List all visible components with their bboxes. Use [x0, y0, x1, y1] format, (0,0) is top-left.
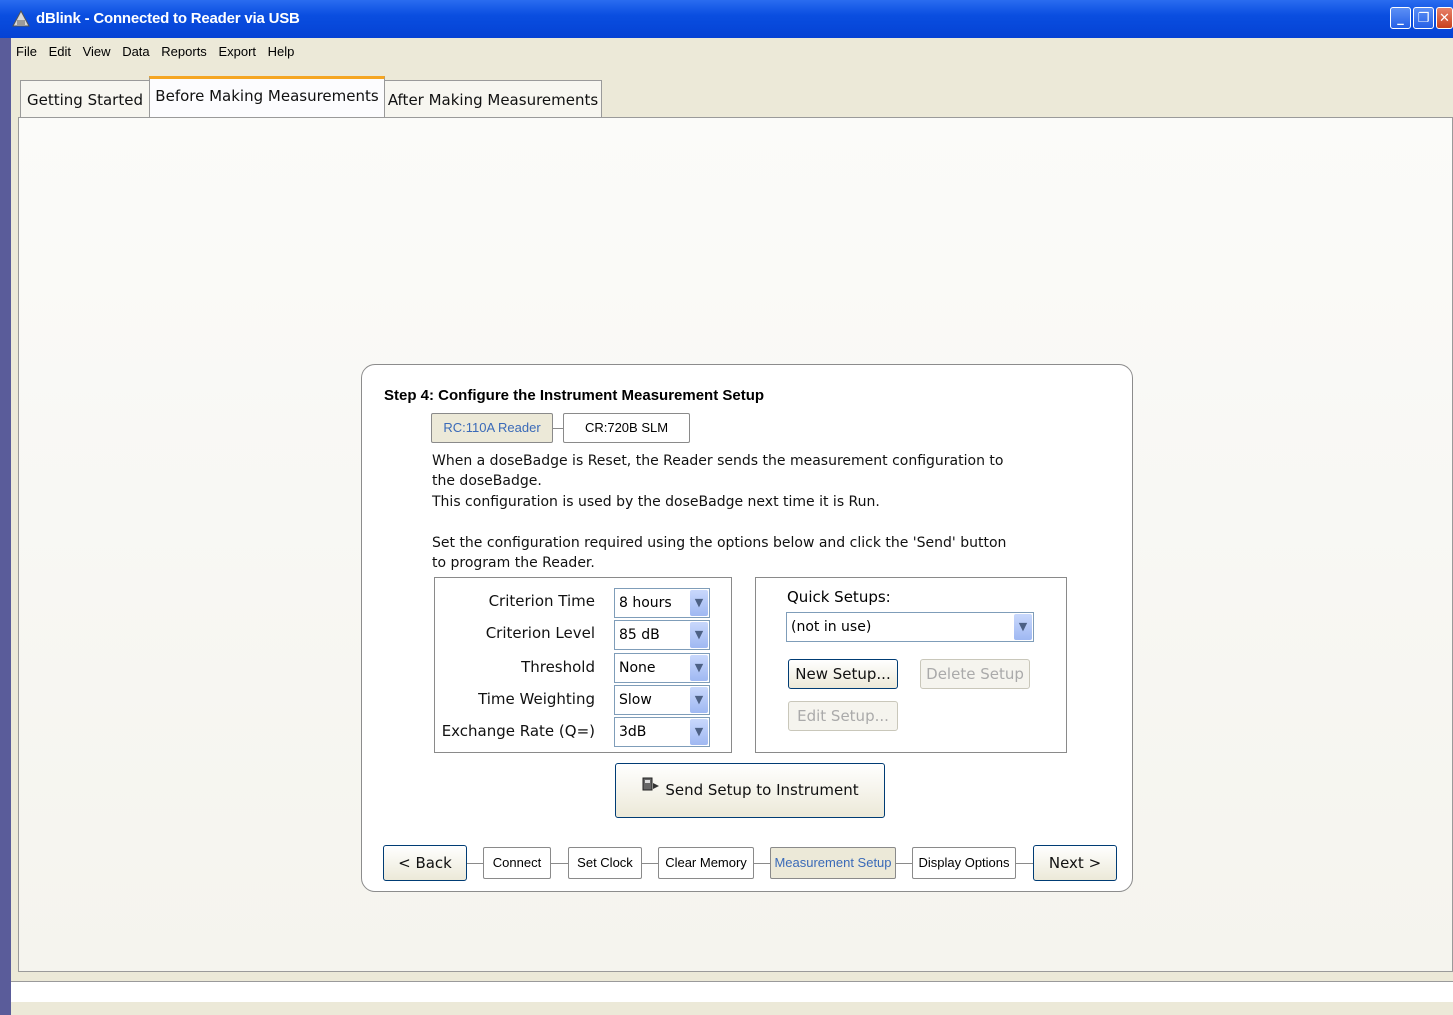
- quick-setups-select[interactable]: (not in use) ▼: [786, 612, 1034, 642]
- chevron-down-icon[interactable]: ▼: [690, 622, 708, 648]
- time-weighting-select[interactable]: Slow ▼: [614, 685, 710, 715]
- back-button[interactable]: < Back: [383, 845, 467, 881]
- menu-file[interactable]: File: [16, 44, 37, 59]
- description-line: When a doseBadge is Reset, the Reader se…: [432, 453, 1004, 469]
- instrument-rc110a-reader[interactable]: RC:110A Reader: [431, 413, 553, 443]
- menu-data[interactable]: Data: [122, 44, 149, 59]
- instrument-send-icon: [641, 764, 661, 817]
- tab-before-making-measurements[interactable]: Before Making Measurements: [149, 76, 385, 117]
- menu-export[interactable]: Export: [218, 44, 256, 59]
- chevron-down-icon[interactable]: ▼: [690, 719, 708, 745]
- connector: [754, 863, 770, 864]
- chevron-down-icon[interactable]: ▼: [690, 655, 708, 681]
- connector: [467, 863, 483, 864]
- nav-step-set-clock[interactable]: Set Clock: [568, 847, 642, 879]
- description-line: This configuration is used by the doseBa…: [432, 494, 880, 510]
- chevron-down-icon[interactable]: ▼: [1014, 614, 1032, 640]
- nav-step-clear-memory[interactable]: Clear Memory: [658, 847, 754, 879]
- tab-after-making-measurements[interactable]: After Making Measurements: [384, 80, 602, 117]
- chevron-down-icon[interactable]: ▼: [690, 590, 708, 616]
- threshold-label: Threshold: [521, 658, 595, 676]
- criterion-time-label: Criterion Time: [488, 592, 595, 610]
- app-icon: [12, 10, 30, 27]
- menu-reports[interactable]: Reports: [161, 44, 207, 59]
- connector: [551, 863, 568, 864]
- step-title: Step 4: Configure the Instrument Measure…: [384, 387, 765, 404]
- menu-edit[interactable]: Edit: [49, 44, 71, 59]
- connector: [553, 428, 563, 429]
- connector: [896, 863, 912, 864]
- time-weighting-label: Time Weighting: [478, 690, 595, 708]
- exchange-rate-select[interactable]: 3dB ▼: [614, 717, 710, 747]
- description-line: the doseBadge.: [432, 473, 542, 489]
- chevron-down-icon[interactable]: ▼: [690, 687, 708, 713]
- exchange-rate-label: Exchange Rate (Q=): [441, 722, 595, 740]
- criterion-time-select[interactable]: 8 hours ▼: [614, 588, 710, 618]
- criterion-level-label: Criterion Level: [485, 624, 595, 642]
- next-button[interactable]: Next >: [1033, 845, 1117, 881]
- delete-setup-button[interactable]: Delete Setup: [920, 659, 1030, 689]
- instrument-cr720b-slm[interactable]: CR:720B SLM: [563, 413, 690, 443]
- threshold-select[interactable]: None ▼: [614, 653, 710, 683]
- status-bar: [11, 981, 1453, 1002]
- nav-step-measurement-setup[interactable]: Measurement Setup: [770, 847, 896, 879]
- restore-button[interactable]: ❐: [1413, 7, 1434, 29]
- connector: [642, 863, 658, 864]
- close-button[interactable]: ✕: [1436, 7, 1453, 29]
- minimize-button[interactable]: _: [1390, 7, 1411, 29]
- instruction-line: Set the configuration required using the…: [432, 535, 1007, 551]
- quick-setups-group: Quick Setups: (not in use) ▼ New Setup..…: [755, 577, 1067, 753]
- nav-step-display-options[interactable]: Display Options: [912, 847, 1016, 879]
- settings-group: Criterion Time 8 hours ▼ Criterion Level…: [434, 577, 732, 753]
- menu-help[interactable]: Help: [268, 44, 295, 59]
- window-title: dBlink - Connected to Reader via USB: [36, 10, 300, 27]
- menu-view[interactable]: View: [83, 44, 111, 59]
- menu-bar: File Edit View Data Reports Export Help: [16, 44, 302, 59]
- new-setup-button[interactable]: New Setup...: [788, 659, 898, 689]
- app-window: File Edit View Data Reports Export Help …: [11, 38, 1453, 1015]
- tab-getting-started[interactable]: Getting Started: [20, 80, 150, 117]
- quick-setups-label: Quick Setups:: [787, 588, 891, 606]
- send-setup-button[interactable]: Send Setup to Instrument: [615, 763, 885, 818]
- instruction-line: to program the Reader.: [432, 555, 595, 571]
- tab-panel: Step 4: Configure the Instrument Measure…: [18, 117, 1453, 972]
- title-bar: dBlink - Connected to Reader via USB _ ❐…: [0, 0, 1453, 38]
- send-setup-label: Send Setup to Instrument: [665, 781, 859, 799]
- nav-step-connect[interactable]: Connect: [483, 847, 551, 879]
- connector: [1016, 863, 1033, 864]
- step-panel: Step 4: Configure the Instrument Measure…: [361, 364, 1133, 892]
- criterion-level-select[interactable]: 85 dB ▼: [614, 620, 710, 650]
- edit-setup-button[interactable]: Edit Setup...: [788, 701, 898, 731]
